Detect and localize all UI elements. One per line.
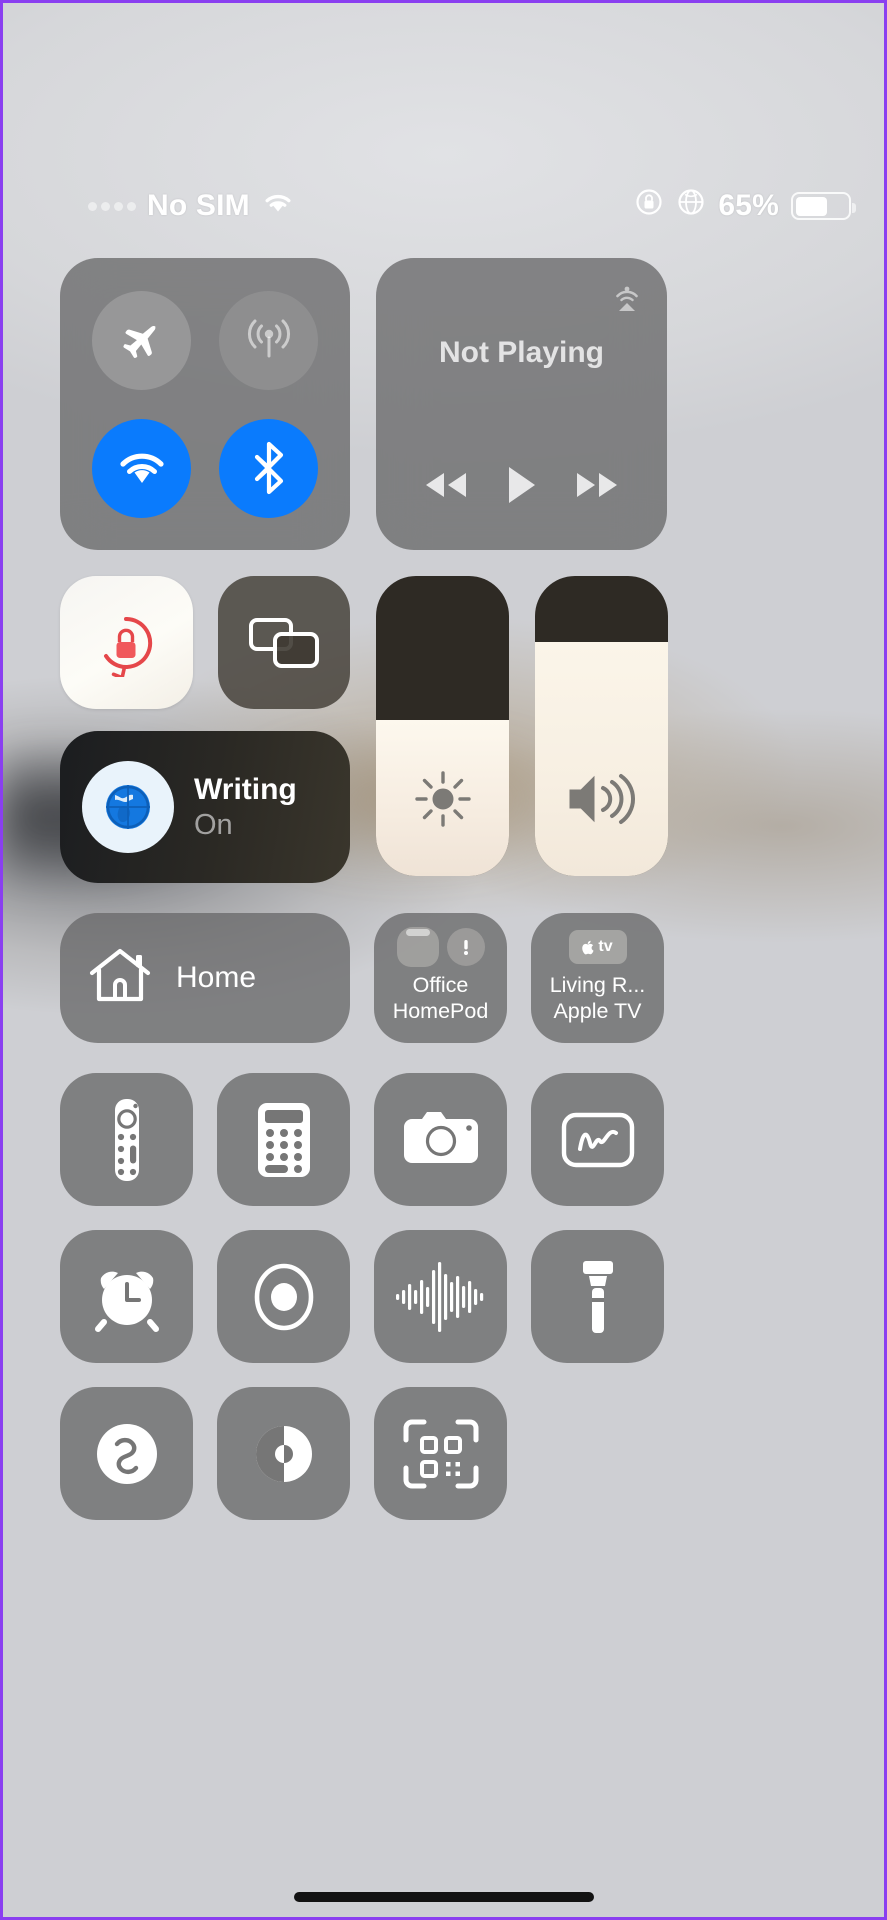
now-playing-title: Not Playing xyxy=(438,336,604,369)
small-toggle-tiles xyxy=(60,576,350,709)
qr-code-icon xyxy=(403,1419,478,1488)
battery-icon xyxy=(791,192,856,220)
warning-icon xyxy=(446,928,485,966)
device-name-homepod: Office HomePod xyxy=(393,973,489,1025)
screen-recording-button[interactable] xyxy=(217,1230,350,1363)
toggles-stack: Writing On xyxy=(60,576,350,883)
timer-button[interactable] xyxy=(60,1230,193,1363)
device-name-line2: HomePod xyxy=(392,998,489,1023)
device-name-appletv: Living R... Apple TV xyxy=(550,973,646,1025)
device-name-line2: Apple TV xyxy=(553,998,642,1023)
dark-mode-circle-icon xyxy=(255,1425,312,1482)
fast-forward-icon xyxy=(576,473,617,497)
camera-icon xyxy=(403,1111,478,1163)
writing-tile-text: Writing On xyxy=(194,773,297,842)
device-name-line1: Office xyxy=(412,973,469,997)
writing-tile[interactable]: Writing On xyxy=(60,731,350,883)
shazam-icon xyxy=(96,1423,157,1484)
home-house-icon xyxy=(86,945,154,1012)
airplane-icon xyxy=(122,325,156,359)
apple-tv-remote-button[interactable] xyxy=(60,1073,193,1206)
status-bar: No SIM 65% xyxy=(0,178,887,234)
globe-icon xyxy=(676,187,706,225)
dark-mode-button[interactable] xyxy=(217,1387,350,1520)
status-bar-left: No SIM xyxy=(88,189,295,223)
device-name-line1: Living R... xyxy=(549,973,646,997)
music-recognition-button[interactable] xyxy=(60,1387,193,1520)
now-playing-module[interactable]: Not Playing xyxy=(376,258,667,550)
wifi-icon xyxy=(119,453,164,483)
control-center: Not Playing Writing On Home Office HomeP… xyxy=(0,258,887,1520)
rewind-button[interactable] xyxy=(419,469,473,501)
code-scanner-button[interactable] xyxy=(374,1387,507,1520)
speaker-waves-icon xyxy=(535,768,668,830)
status-bar-right: 65% xyxy=(634,187,856,225)
control-center-row-3: Home Office HomePod tv Living R... Apple… xyxy=(60,913,827,1043)
control-center-row-1: Not Playing xyxy=(60,258,827,550)
device-tile-homepod[interactable]: Office HomePod xyxy=(374,913,507,1043)
home-tile[interactable]: Home xyxy=(60,913,350,1043)
writing-tile-state: On xyxy=(194,808,233,841)
play-icon xyxy=(509,467,536,503)
airplane-mode-button[interactable] xyxy=(92,290,191,390)
homepod-icon xyxy=(396,927,439,967)
cellular-data-button[interactable] xyxy=(219,290,318,390)
home-tile-label: Home xyxy=(176,961,257,994)
battery-percent-label: 65% xyxy=(718,189,779,222)
cellular-antenna-icon xyxy=(247,319,290,358)
quick-note-button[interactable] xyxy=(531,1073,664,1206)
rotation-lock-button[interactable] xyxy=(60,576,193,709)
media-transport-controls xyxy=(376,464,667,506)
control-center-row-2: Writing On xyxy=(60,576,827,883)
wifi-icon xyxy=(261,189,295,223)
writing-tile-title: Writing xyxy=(194,772,297,806)
rewind-icon xyxy=(426,473,467,497)
record-circle-icon xyxy=(254,1263,313,1330)
alarm-clock-icon xyxy=(94,1271,159,1332)
bluetooth-icon xyxy=(254,441,283,495)
home-indicator[interactable] xyxy=(293,1892,594,1902)
flashlight-button[interactable] xyxy=(531,1230,664,1363)
brightness-sun-icon xyxy=(376,768,509,830)
calculator-icon xyxy=(257,1102,310,1177)
screen-mirroring-icon xyxy=(248,617,319,668)
fast-forward-button[interactable] xyxy=(570,469,624,501)
connectivity-module[interactable] xyxy=(60,258,350,550)
homepod-device-glyphs xyxy=(396,925,485,969)
bluetooth-button[interactable] xyxy=(219,418,318,518)
appletv-device-glyphs: tv xyxy=(568,925,627,969)
brightness-slider[interactable] xyxy=(376,576,509,876)
waveform-icon xyxy=(395,1261,483,1332)
app-shortcut-grid xyxy=(60,1073,827,1520)
signal-dots-icon xyxy=(88,201,136,211)
device-tile-appletv[interactable]: tv Living R... Apple TV xyxy=(531,913,664,1043)
note-scribble-icon xyxy=(561,1112,634,1167)
play-button[interactable] xyxy=(503,464,539,506)
apple-tv-icon: tv xyxy=(568,930,627,964)
calculator-button[interactable] xyxy=(217,1073,350,1206)
volume-slider-fill xyxy=(535,642,668,876)
camera-button[interactable] xyxy=(374,1073,507,1206)
flashlight-icon xyxy=(582,1260,613,1333)
carrier-label: No SIM xyxy=(147,189,250,222)
voice-memos-button[interactable] xyxy=(374,1230,507,1363)
volume-slider[interactable] xyxy=(535,576,668,876)
wifi-button[interactable] xyxy=(92,418,191,518)
airplay-audio-icon[interactable] xyxy=(609,280,645,319)
screen-mirroring-button[interactable] xyxy=(217,576,350,709)
tv-remote-icon xyxy=(114,1098,139,1181)
globe-icon xyxy=(82,761,174,853)
rotation-lock-icon xyxy=(634,187,664,225)
rotation-lock-icon xyxy=(104,616,153,677)
